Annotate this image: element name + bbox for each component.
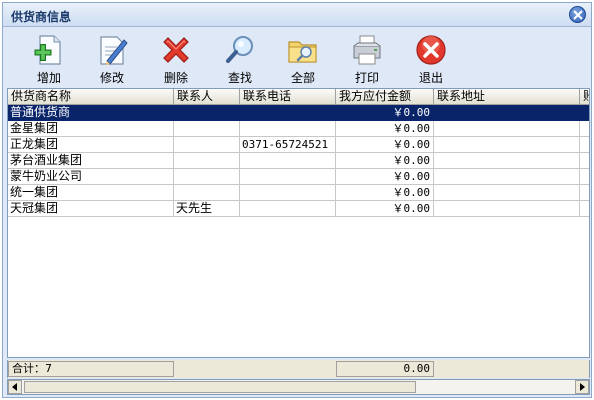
column-header-account[interactable]: 账 <box>580 89 589 105</box>
cell-contact: 天先生 <box>174 201 240 217</box>
cell-phone: 0371-65724521 13 <box>240 137 336 153</box>
print-label: 打印 <box>354 71 379 85</box>
cell-phone <box>240 201 336 217</box>
add-document-icon <box>34 35 61 65</box>
cell-account <box>580 201 589 217</box>
arrow-left-icon <box>12 383 17 391</box>
cell-contact <box>174 105 240 121</box>
toolbar: 增加 修改 删除 查找 全部 打印 退出 <box>7 30 587 86</box>
column-header-phone[interactable]: 联系电话 <box>240 89 336 105</box>
cell-name: 金星集团 <box>8 121 174 137</box>
scroll-right-button[interactable] <box>575 380 589 394</box>
cell-amount: ￥0.00 <box>336 105 434 121</box>
exit-label: 退出 <box>418 71 443 85</box>
table-row[interactable]: 蒙牛奶业公司 ￥0.00 <box>8 169 589 185</box>
supplier-table[interactable]: 供货商名称 联系人 联系电话 我方应付金额 联系地址 账 普通供货商 ￥0.00… <box>7 88 590 358</box>
column-header-name[interactable]: 供货商名称 <box>8 89 174 105</box>
delete-button[interactable]: 删除 <box>148 30 204 86</box>
cell-contact <box>174 185 240 201</box>
cell-phone <box>240 169 336 185</box>
table-row[interactable]: 茅台酒业集团 ￥0.00 <box>8 153 589 169</box>
scroll-thumb[interactable] <box>24 381 416 393</box>
column-header-address[interactable]: 联系地址 <box>434 89 580 105</box>
cell-name: 天冠集团 <box>8 201 174 217</box>
cell-address <box>434 137 580 153</box>
folder-search-icon <box>288 41 317 63</box>
table-header: 供货商名称 联系人 联系电话 我方应付金额 联系地址 账 <box>8 89 589 105</box>
cell-amount: ￥0.00 <box>336 121 434 137</box>
cell-amount: ￥0.00 <box>336 201 434 217</box>
cell-address <box>434 185 580 201</box>
cell-address <box>434 169 580 185</box>
column-header-amount[interactable]: 我方应付金额 <box>336 89 434 105</box>
cell-address <box>434 201 580 217</box>
magnifier-icon <box>226 36 253 63</box>
cell-address <box>434 121 580 137</box>
cell-phone <box>240 153 336 169</box>
cell-contact <box>174 137 240 153</box>
edit-label: 修改 <box>99 71 124 85</box>
cell-contact <box>174 153 240 169</box>
find-label: 查找 <box>227 71 252 85</box>
close-button[interactable] <box>569 6 586 23</box>
cell-address <box>434 153 580 169</box>
cell-amount: ￥0.00 <box>336 169 434 185</box>
window-title: 供货商信息 <box>11 10 72 24</box>
edit-button[interactable]: 修改 <box>84 30 140 86</box>
cell-name: 蒙牛奶业公司 <box>8 169 174 185</box>
scroll-left-button[interactable] <box>8 380 22 394</box>
cell-name: 统一集团 <box>8 185 174 201</box>
exit-icon <box>416 35 446 65</box>
table-row[interactable]: 天冠集团 天先生 ￥0.00 <box>8 201 589 217</box>
exit-button[interactable]: 退出 <box>403 30 459 86</box>
table-row[interactable]: 正龙集团 0371-65724521 13 ￥0.00 <box>8 137 589 153</box>
table-row[interactable]: 普通供货商 ￥0.00 <box>8 105 589 121</box>
arrow-right-icon <box>580 383 585 391</box>
horizontal-scrollbar[interactable] <box>7 379 590 395</box>
cell-contact <box>174 169 240 185</box>
delete-label: 删除 <box>163 71 188 85</box>
column-header-contact[interactable]: 联系人 <box>174 89 240 105</box>
print-button[interactable]: 打印 <box>339 30 395 86</box>
cell-contact <box>174 121 240 137</box>
title-bar: 供货商信息 <box>3 3 591 27</box>
cell-amount: ￥0.00 <box>336 153 434 169</box>
cell-name: 普通供货商 <box>8 105 174 121</box>
total-amount: 0.00 <box>336 361 434 377</box>
find-button[interactable]: 查找 <box>212 30 268 86</box>
table-row[interactable]: 统一集团 ￥0.00 <box>8 185 589 201</box>
supplier-window: 供货商信息 增加 修改 删除 查找 全部 打印 退出 供货商名称 联系人 联系电… <box>2 2 592 398</box>
edit-icon <box>100 36 128 65</box>
delete-x-icon <box>163 37 189 63</box>
cell-amount: ￥0.00 <box>336 185 434 201</box>
cell-phone <box>240 185 336 201</box>
cell-amount: ￥0.00 <box>336 137 434 153</box>
cell-account <box>580 121 589 137</box>
printer-icon <box>353 35 381 65</box>
table-footer: 合计：7 0.00 <box>7 360 590 378</box>
cell-name: 正龙集团 <box>8 137 174 153</box>
add-label: 增加 <box>36 71 61 85</box>
all-label: 全部 <box>290 71 315 85</box>
cell-account <box>580 185 589 201</box>
cell-account <box>580 137 589 153</box>
add-button[interactable]: 增加 <box>21 30 77 86</box>
cell-phone <box>240 105 336 121</box>
total-count: 合计：7 <box>8 361 174 377</box>
table-row[interactable]: 金星集团 ￥0.00 <box>8 121 589 137</box>
close-icon <box>573 10 583 20</box>
cell-address <box>434 105 580 121</box>
cell-phone <box>240 121 336 137</box>
cell-name: 茅台酒业集团 <box>8 153 174 169</box>
cell-account <box>580 153 589 169</box>
cell-account <box>580 105 589 121</box>
all-button[interactable]: 全部 <box>275 30 331 86</box>
cell-account <box>580 169 589 185</box>
